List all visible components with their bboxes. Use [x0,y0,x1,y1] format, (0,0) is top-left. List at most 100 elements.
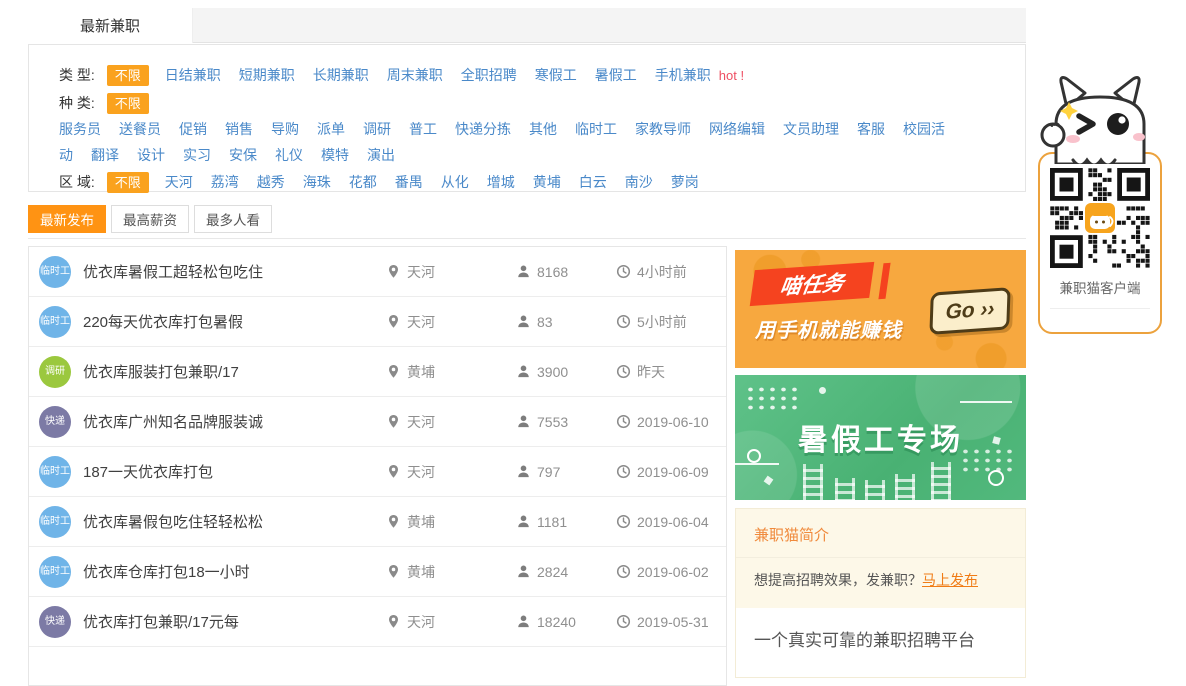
filter-option[interactable]: 短期兼职 [239,67,295,83]
clock-icon [616,564,631,579]
job-row[interactable]: 临时工 优衣库仓库打包18一小时 黄埔 2824 2019-06-02 [29,547,726,597]
person-icon [516,464,531,479]
filter-option[interactable]: 萝岗 [671,174,699,190]
job-title-link[interactable]: 优衣库暑假工超轻松包吃住 [83,261,386,282]
filter-option[interactable]: 长期兼职 [313,67,369,83]
miao-task-banner[interactable]: 喵任务 用手机就能赚钱 Go ›› [735,250,1026,368]
filter-option[interactable]: 安保 [229,147,257,163]
filter-option[interactable]: 快递分拣 [455,121,511,137]
qr-card-divider [1050,308,1150,309]
filter-option[interactable]: 花都 [349,174,377,190]
job-title-link[interactable]: 优衣库仓库打包18一小时 [83,561,386,582]
filter-option[interactable]: 文员助理 [783,121,839,137]
location-pin-icon [386,264,401,279]
sort-tab-highest-salary[interactable]: 最高薪资 [111,205,189,233]
filter-unlimited-chip[interactable]: 不限 [107,93,149,114]
filter-option[interactable]: 番禺 [395,174,423,190]
filter-option[interactable]: 礼仪 [275,147,303,163]
job-row[interactable]: 快递 优衣库广州知名品牌服装诚 天河 7553 2019-06-10 [29,397,726,447]
filter-option[interactable]: 手机兼职 [655,67,711,83]
filter-option[interactable]: 增城 [487,174,515,190]
filter-option[interactable]: 模特 [321,147,349,163]
job-category-badge: 临时工 [39,556,71,588]
filter-option[interactable]: 派单 [317,121,345,137]
decor-line [960,401,1012,403]
sort-tab-newest[interactable]: 最新发布 [28,205,106,233]
ladder-icon [895,474,915,500]
job-title-link[interactable]: 优衣库服装打包兼职/17 [83,361,386,382]
filter-option[interactable]: 周末兼职 [387,67,443,83]
go-button[interactable]: Go ›› [929,287,1010,335]
filter-row-district: 区 域:不限天河荔湾越秀海珠花都番禺从化增城黄埔白云南沙萝岗 [59,169,997,195]
filter-option[interactable]: 日结兼职 [165,67,221,83]
filter-unlimited-chip[interactable]: 不限 [107,172,149,193]
job-title-link[interactable]: 187一天优衣库打包 [83,461,386,482]
job-location: 黄埔 [386,362,516,382]
filter-option[interactable]: 白云 [579,174,607,190]
hot-label: hot ! [719,68,744,83]
job-title-link[interactable]: 优衣库打包兼职/17元每 [83,611,386,632]
filter-option[interactable]: 暑假工 [595,67,637,83]
job-row[interactable]: 临时工 220每天优衣库打包暑假 天河 83 5小时前 [29,297,726,347]
filter-label: 类 型: [59,67,95,83]
filter-option[interactable]: 南沙 [625,174,653,190]
job-row[interactable]: 临时工 优衣库暑假工超轻松包吃住 天河 8168 4小时前 [29,247,726,297]
job-post-time: 2019-05-31 [616,614,716,630]
filter-option[interactable]: 送餐员 [119,121,161,137]
job-title-link[interactable]: 优衣库广州知名品牌服装诚 [83,411,386,432]
filter-options: 天河 荔湾 越秀 海珠 花都 番禺 从化 增城 黄埔 白云 南沙 萝岗 [165,174,717,190]
job-category-badge: 临时工 [39,506,71,538]
job-row[interactable]: 快递 优衣库打包兼职/17元每 天河 18240 2019-05-31 [29,597,726,647]
job-post-time: 2019-06-09 [616,464,716,480]
filter-option[interactable]: 翻译 [91,147,119,163]
filter-option[interactable]: 实习 [183,147,211,163]
tab-latest-parttime[interactable]: 最新兼职 [28,8,193,43]
filter-option[interactable]: 演出 [367,147,395,163]
filter-row-category: 种 类:不限服务员送餐员促销销售导购派单调研普工快递分拣其他临时工家教导师网络编… [59,90,997,168]
person-icon [516,514,531,529]
filter-option[interactable]: 普工 [409,121,437,137]
filter-option[interactable]: 销售 [225,121,253,137]
filter-option[interactable]: 客服 [857,121,885,137]
intro-title: 兼职猫简介 [736,509,1025,557]
publish-now-link[interactable]: 马上发布 [922,572,978,588]
filter-option[interactable]: 全职招聘 [461,67,517,83]
job-row[interactable]: 调研 优衣库服装打包兼职/17 黄埔 3900 昨天 [29,347,726,397]
summer-job-banner[interactable]: 暑假工专场 [735,375,1026,500]
filter-option[interactable]: 促销 [179,121,207,137]
sort-tab-most-viewed[interactable]: 最多人看 [194,205,272,233]
filter-option[interactable]: 家教导师 [635,121,691,137]
filter-option[interactable]: 网络编辑 [709,121,765,137]
filter-option[interactable]: 调研 [363,121,391,137]
filter-option[interactable]: 从化 [441,174,469,190]
filter-option[interactable]: 设计 [137,147,165,163]
person-icon [516,264,531,279]
clock-icon [616,364,631,379]
filter-option[interactable]: 荔湾 [211,174,239,190]
job-row[interactable]: 临时工 187一天优衣库打包 天河 797 2019-06-09 [29,447,726,497]
filter-option[interactable]: 寒假工 [535,67,577,83]
filter-option[interactable]: 导购 [271,121,299,137]
filter-unlimited-chip[interactable]: 不限 [107,65,149,86]
job-view-count: 3900 [516,364,616,380]
qr-code [1050,168,1150,268]
job-location: 黄埔 [386,512,516,532]
filter-option[interactable]: 黄埔 [533,174,561,190]
filter-row-type: 类 型: 不限日结兼职 短期兼职 长期兼职 周末兼职 全职招聘 寒假工 暑假工 手机兼职 hot … [59,62,997,89]
filter-option[interactable]: 临时工 [575,121,617,137]
job-title-link[interactable]: 220每天优衣库打包暑假 [83,311,386,332]
location-pin-icon [386,414,401,429]
job-row[interactable]: 临时工 优衣库暑假包吃住轻轻松松 黄埔 1181 2019-06-04 [29,497,726,547]
filter-option[interactable]: 海珠 [303,174,331,190]
decor-dot [764,476,774,486]
location-pin-icon [386,364,401,379]
location-pin-icon [386,514,401,529]
filter-option[interactable]: 其他 [529,121,557,137]
filter-option[interactable]: 越秀 [257,174,285,190]
ladder-icon [835,478,855,500]
filter-option[interactable]: 天河 [165,174,193,190]
job-title-link[interactable]: 优衣库暑假包吃住轻轻松松 [83,511,386,532]
person-icon [516,414,531,429]
ladder-icon [931,462,951,500]
filter-option[interactable]: 服务员 [59,121,101,137]
